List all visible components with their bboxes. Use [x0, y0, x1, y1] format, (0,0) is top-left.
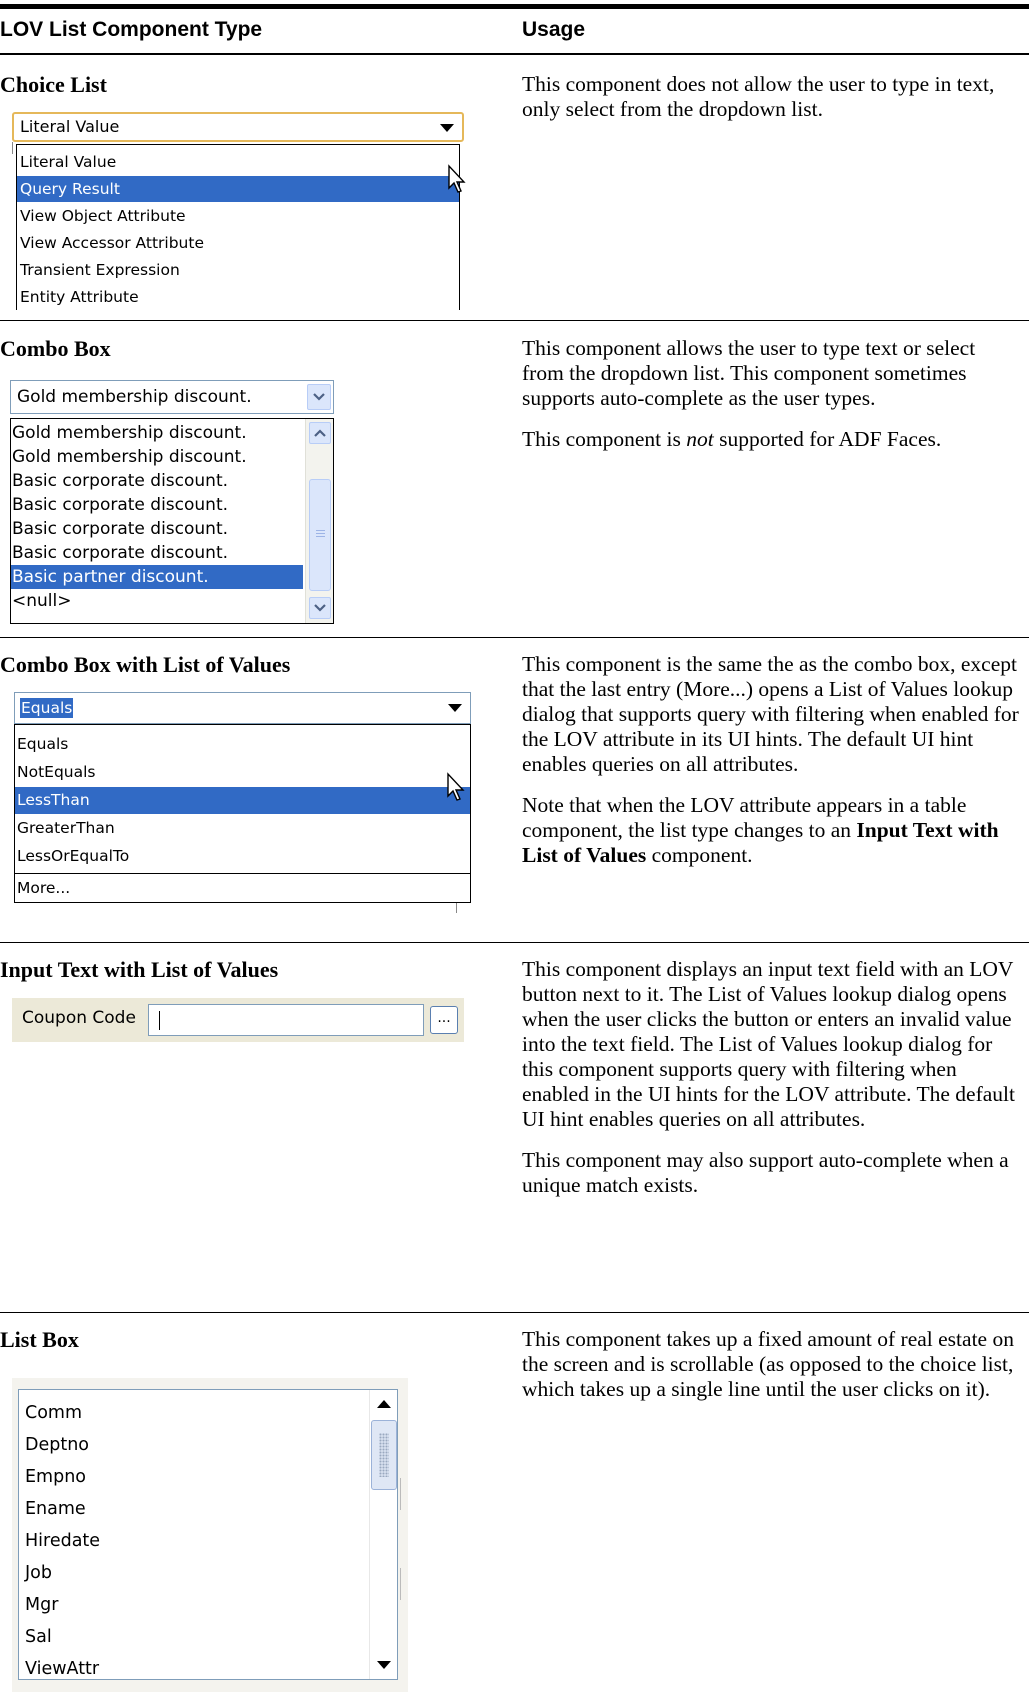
scroll-up-button[interactable]: [309, 422, 331, 444]
list-item[interactable]: Literal Value: [17, 149, 459, 175]
usage-input-text-lov: This component displays an input text fi…: [522, 957, 1022, 1214]
list-item[interactable]: LessOrEqualTo: [15, 843, 470, 870]
list-item[interactable]: NotEquals: [15, 759, 470, 786]
list-item[interactable]: Mgr: [25, 1589, 58, 1621]
list-box-widget: Comm Deptno Empno Ename Hiredate Job Mgr…: [12, 1378, 408, 1692]
text-cursor: [159, 1011, 160, 1030]
lov-button[interactable]: ...: [430, 1006, 458, 1034]
combo-box-lov-widget: Equals Equals NotEquals LessThan Greater…: [14, 692, 474, 922]
list-item[interactable]: View Accessor Attribute: [17, 230, 459, 256]
list-item[interactable]: Comm: [25, 1397, 82, 1429]
usage-combo-box-lov: This component is the same the as the co…: [522, 652, 1022, 884]
row-title-list-box: List Box: [0, 1327, 79, 1352]
choice-list-value: Literal Value: [20, 117, 120, 136]
row-rule: [0, 1312, 1029, 1313]
usage-combo-box: This component allows the user to type t…: [522, 336, 1022, 468]
vertical-scrollbar[interactable]: [305, 419, 333, 623]
combo-box-lov-dropdown: Equals NotEquals LessThan GreaterThan Le…: [14, 724, 471, 903]
usage-choice-list: This component does not allow the user t…: [522, 72, 1022, 138]
emphasis-not: not: [686, 427, 714, 451]
vertical-scrollbar[interactable]: [369, 1390, 397, 1679]
list-item[interactable]: Gold membership discount.: [11, 445, 303, 469]
row-title-combo-box: Combo Box: [0, 336, 111, 361]
list-item[interactable]: Basic corporate discount.: [11, 469, 303, 493]
choice-list-dropdown: Literal Value Query Result View Object A…: [16, 144, 460, 310]
row-rule: [0, 942, 1029, 943]
list-item[interactable]: Hiredate: [25, 1525, 100, 1557]
dropdown-button[interactable]: [307, 384, 331, 410]
row-title-input-text-lov: Input Text with List of Values: [0, 957, 279, 982]
scroll-thumb[interactable]: [371, 1420, 397, 1490]
chevron-up-icon: [314, 429, 326, 437]
mouse-cursor-icon: [448, 164, 466, 193]
list-box[interactable]: Comm Deptno Empno Ename Hiredate Job Mgr…: [18, 1389, 398, 1680]
list-item[interactable]: GreaterThan: [15, 815, 470, 842]
list-item[interactable]: Ename: [25, 1493, 86, 1525]
combo-box-lov-value: Equals: [20, 698, 74, 718]
usage-paragraph-not-supported: This component is not supported for ADF …: [522, 427, 942, 451]
list-item[interactable]: Basic corporate discount.: [11, 517, 303, 541]
scroll-thumb[interactable]: [309, 479, 331, 591]
coupon-code-input[interactable]: [148, 1004, 424, 1036]
dropdown-arrow-icon[interactable]: [440, 124, 454, 132]
choice-list-widget: Literal Value Literal Value Query Result…: [0, 108, 470, 310]
list-item[interactable]: View Object Attribute: [17, 203, 459, 229]
list-item[interactable]: Basic corporate discount.: [11, 493, 303, 517]
list-item[interactable]: Transient Expression: [17, 257, 459, 283]
combo-box-value: Gold membership discount.: [17, 387, 252, 407]
dropdown-arrow-icon[interactable]: [448, 704, 462, 712]
usage-paragraph-note: Note that when the LOV attribute appears…: [522, 793, 999, 867]
usage-paragraph: This component does not allow the user t…: [522, 72, 995, 121]
list-item[interactable]: Sal: [25, 1621, 52, 1653]
table-top-rule: [0, 4, 1029, 9]
chevron-down-icon: [314, 604, 326, 612]
choice-list-field[interactable]: Literal Value: [12, 112, 464, 142]
row-title-choice-list: Choice List: [0, 72, 107, 97]
row-title-combo-box-lov: Combo Box with List of Values: [0, 652, 291, 677]
column-header-usage: Usage: [522, 18, 586, 41]
usage-paragraph: This component takes up a fixed amount o…: [522, 1327, 1014, 1401]
list-item-selected[interactable]: LessThan: [15, 787, 470, 814]
scroll-down-button[interactable]: [309, 597, 331, 619]
coupon-code-label: Coupon Code: [22, 1008, 136, 1028]
mouse-cursor-icon: [447, 772, 465, 801]
usage-paragraph: This component allows the user to type t…: [522, 336, 976, 410]
combo-box-dropdown: Gold membership discount. Gold membershi…: [10, 418, 334, 624]
scroll-down-button[interactable]: [371, 1652, 397, 1678]
list-item[interactable]: <null>: [11, 589, 303, 613]
more-list-item[interactable]: More...: [15, 873, 470, 901]
list-item[interactable]: Deptno: [25, 1429, 89, 1461]
list-item[interactable]: Basic corporate discount.: [11, 541, 303, 565]
list-item[interactable]: Gold membership discount.: [11, 421, 303, 445]
input-text-lov-widget: Coupon Code ...: [12, 998, 464, 1042]
list-item[interactable]: Empno: [25, 1461, 86, 1493]
combo-box-widget: Gold membership discount. Gold membershi…: [10, 374, 340, 624]
row-rule: [0, 637, 1029, 638]
combo-box-lov-field[interactable]: Equals: [14, 692, 471, 724]
triangle-up-icon: [377, 1400, 391, 1408]
list-item-selected[interactable]: Query Result: [17, 176, 459, 202]
combo-box-field[interactable]: Gold membership discount.: [10, 380, 334, 414]
usage-paragraph: This component is the same the as the co…: [522, 652, 1019, 776]
ellipsis-icon: ...: [437, 1010, 451, 1026]
triangle-down-icon: [377, 1661, 391, 1669]
list-item-selected[interactable]: Basic partner discount.: [11, 565, 303, 589]
scroll-up-button[interactable]: [371, 1391, 397, 1417]
list-item-partial[interactable]: ViewAttr: [25, 1653, 99, 1679]
list-item[interactable]: Equals: [15, 731, 470, 758]
list-item[interactable]: Entity Attribute: [17, 284, 459, 310]
chevron-down-icon: [313, 393, 325, 401]
usage-paragraph: This component may also support auto-com…: [522, 1148, 1009, 1197]
list-item[interactable]: Job: [25, 1557, 52, 1589]
usage-paragraph: This component displays an input text fi…: [522, 957, 1015, 1131]
row-rule: [0, 320, 1029, 321]
usage-list-box: This component takes up a fixed amount o…: [522, 1327, 1022, 1418]
column-header-type: LOV List Component Type: [0, 18, 263, 41]
header-rule: [0, 53, 1029, 55]
